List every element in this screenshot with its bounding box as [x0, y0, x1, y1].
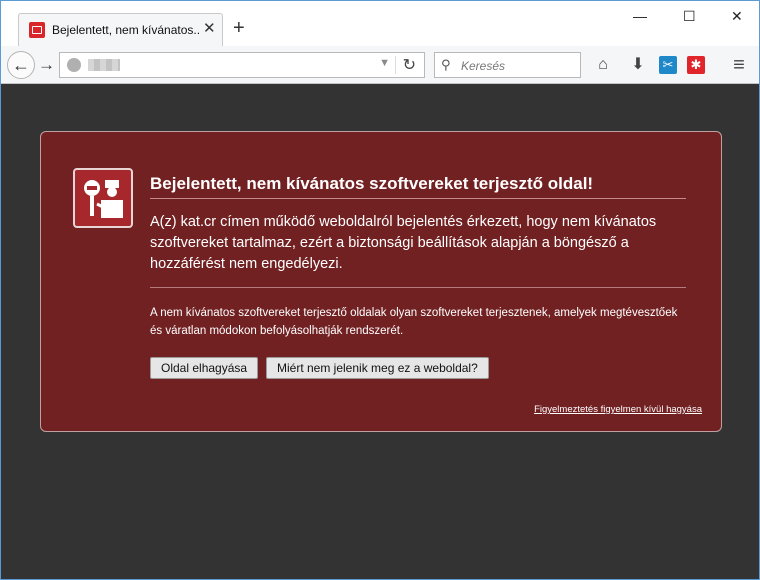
- search-icon: ⚲: [441, 57, 451, 72]
- why-blocked-button[interactable]: Miért nem jelenik meg ez a weboldal?: [266, 357, 489, 379]
- address-bar[interactable]: ▼ ↻: [59, 52, 425, 78]
- warning-note: A nem kívánatos szoftvereket terjesztő o…: [150, 307, 678, 337]
- globe-icon: [67, 58, 81, 72]
- forward-button[interactable]: →: [38, 55, 55, 75]
- leave-page-button[interactable]: Oldal elhagyása: [150, 357, 259, 379]
- tab-active[interactable]: Bejelentett, nem kívánatos... ✕: [18, 13, 223, 46]
- extension-blue-icon[interactable]: ✂: [659, 56, 677, 74]
- divider: [150, 287, 686, 288]
- back-button[interactable]: ←: [7, 51, 35, 79]
- browser-window: Bejelentett, nem kívánatos... ✕ + — ☐ ✕ …: [0, 0, 760, 580]
- tab-close-icon[interactable]: ✕: [203, 20, 216, 38]
- maximize-button[interactable]: ☐: [683, 7, 696, 25]
- menu-icon[interactable]: ≡: [729, 55, 749, 75]
- new-tab-button[interactable]: +: [233, 18, 245, 38]
- history-dropdown-icon[interactable]: ▼: [379, 57, 390, 69]
- warning-description: A(z) kat.cr címen működő weboldalról bej…: [150, 214, 657, 272]
- close-window-button[interactable]: ✕: [731, 7, 743, 25]
- back-forward-group: ← →: [7, 51, 59, 79]
- reload-button[interactable]: ↻: [403, 55, 416, 75]
- url-separator: [395, 56, 396, 74]
- tab-strip: Bejelentett, nem kívánatos... ✕ + — ☐ ✕: [1, 1, 759, 46]
- extension-red-icon[interactable]: ✱: [687, 56, 705, 74]
- search-placeholder: Keresés: [461, 59, 506, 73]
- search-input[interactable]: ⚲ Keresés: [434, 52, 581, 78]
- blurred-url: [88, 59, 120, 71]
- navigation-toolbar: ← → ▼ ↻ ⚲ Keresés ⌂ ⬇ ✂ ✱ ≡: [1, 46, 759, 84]
- page-title: Bejelentett, nem kívánatos szoftvereket …: [150, 174, 686, 199]
- download-icon[interactable]: ⬇: [628, 55, 648, 75]
- tab-title: Bejelentett, nem kívánatos...: [52, 23, 200, 37]
- unwanted-software-badge-icon: [73, 168, 133, 228]
- minimize-button[interactable]: —: [633, 7, 647, 25]
- malware-warning-panel: Bejelentett, nem kívánatos szoftvereket …: [40, 131, 722, 432]
- warning-favicon-icon: [29, 22, 45, 38]
- home-icon[interactable]: ⌂: [593, 55, 613, 75]
- ignore-warning-link[interactable]: Figyelmeztetés figyelmen kívül hagyása: [534, 404, 702, 415]
